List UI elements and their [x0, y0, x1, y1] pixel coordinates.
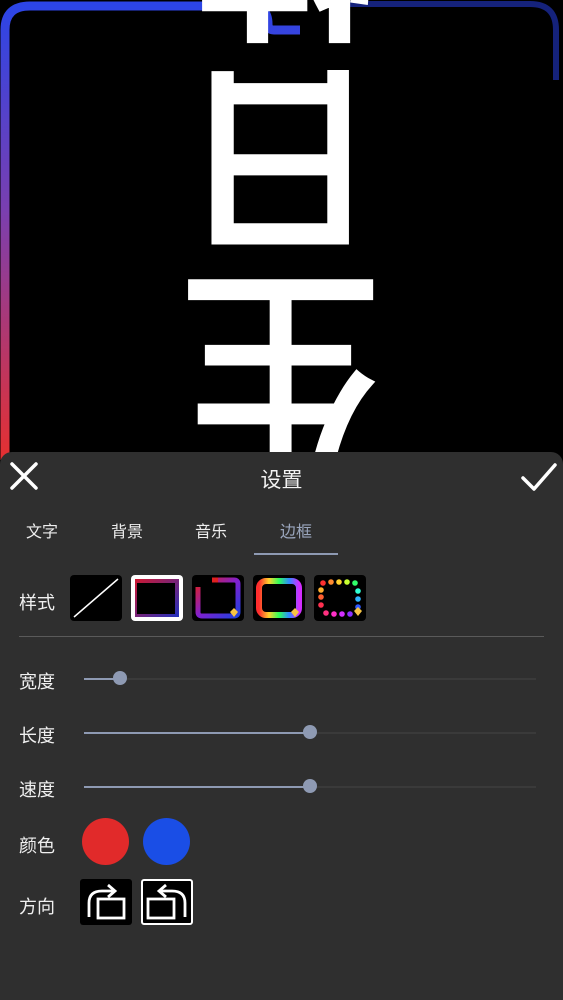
rainbow-border-icon	[256, 578, 302, 618]
rotate-counterclockwise-icon	[146, 883, 187, 920]
slider-thumb[interactable]	[303, 725, 317, 739]
speed-label: 速度	[19, 780, 55, 801]
solid-border-icon	[135, 579, 179, 617]
direction-counterclockwise-button[interactable]	[141, 879, 193, 925]
confirm-button[interactable]	[520, 460, 558, 494]
panel-title: 设置	[260, 468, 303, 492]
marquee-preview: 生 日 快	[0, 0, 563, 460]
rotate-clockwise-icon	[87, 883, 126, 920]
direction-label: 方向	[19, 897, 55, 918]
style-option-dotted[interactable]	[314, 575, 366, 621]
gradient-snake-icon	[195, 577, 241, 619]
width-label: 宽度	[19, 672, 55, 693]
slider-fill	[84, 786, 310, 788]
premium-badge-icon	[354, 607, 362, 616]
slider-thumb[interactable]	[303, 779, 317, 793]
direction-clockwise-button[interactable]	[80, 879, 132, 925]
divider	[19, 636, 544, 637]
slider-fill	[84, 732, 310, 734]
length-slider[interactable]	[84, 725, 536, 739]
length-label: 长度	[19, 726, 55, 747]
preview-glyph: 生	[180, 244, 382, 460]
settings-panel: 设置 文字 背景 音乐 边框 样式 宽度 长度 速度 颜色 方向	[0, 452, 563, 1000]
tab-music[interactable]: 音乐	[195, 518, 227, 542]
no-border-icon	[73, 578, 119, 618]
color-swatch-blue[interactable]	[143, 818, 190, 865]
style-option-snake[interactable]	[192, 575, 244, 621]
speed-slider[interactable]	[84, 779, 536, 793]
color-swatch-red[interactable]	[82, 818, 129, 865]
dotted-rainbow-icon	[318, 579, 362, 617]
color-label: 颜色	[19, 836, 55, 857]
preview-glyph: 日	[180, 39, 382, 272]
style-option-none[interactable]	[70, 575, 122, 621]
preview-glyph: 快	[181, 0, 381, 57]
check-icon	[521, 463, 557, 491]
width-slider[interactable]	[84, 671, 536, 685]
slider-thumb[interactable]	[113, 671, 128, 685]
tab-background[interactable]: 背景	[111, 518, 143, 542]
tab-text[interactable]: 文字	[26, 518, 58, 542]
style-option-solid[interactable]	[131, 575, 183, 621]
tab-border[interactable]: 边框	[280, 518, 312, 542]
style-label: 样式	[19, 593, 55, 614]
active-tab-indicator	[254, 553, 338, 555]
style-option-rainbow[interactable]	[253, 575, 305, 621]
